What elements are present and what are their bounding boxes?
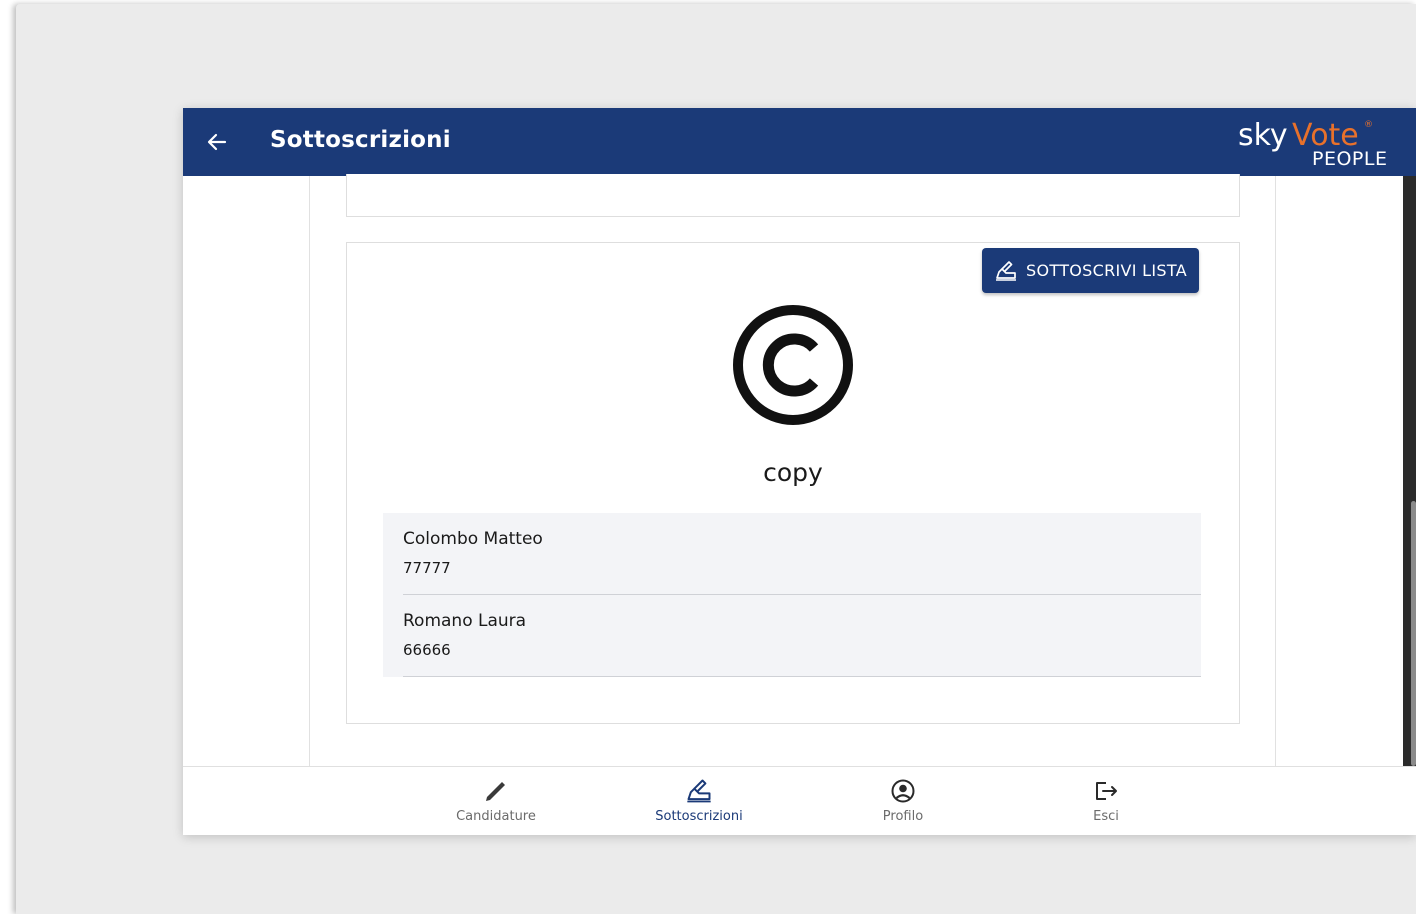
nav-item-candidature[interactable]: Candidature [426,767,566,835]
nav-label: Candidature [456,809,536,824]
app-window: Sottoscrizioni sky Vote ® PEOPLE SOTTOSC… [183,108,1416,835]
pencil-icon [486,782,505,801]
nav-item-profilo[interactable]: Profilo [833,767,973,835]
column-divider-right [1275,176,1276,766]
bottom-navigation: Candidature Sottoscrizioni Profilo Esci [183,766,1416,835]
nav-item-sottoscrizioni[interactable]: Sottoscrizioni [629,767,769,835]
skyvote-logo: sky Vote ® PEOPLE [1238,114,1398,172]
signer-number: 77777 [403,559,451,577]
list-divider [403,676,1201,677]
column-divider-left [309,176,310,766]
nav-item-esci[interactable]: Esci [1036,767,1176,835]
signer-name: Romano Laura [403,611,527,631]
list-item[interactable]: Colombo Matteo 77777 [383,513,1201,595]
signers-list: Colombo Matteo 77777 Romano Laura 66666 [383,513,1201,677]
logout-icon [1096,782,1117,800]
arrow-left-icon [207,133,227,151]
signing-hand-icon [687,779,711,803]
signer-name: Colombo Matteo [403,529,543,549]
nav-label: Esci [1093,809,1119,824]
logo-registered-mark: ® [1364,120,1373,130]
sign-list-button[interactable]: SOTTOSCRIVI LISTA [982,248,1199,293]
list-card: SOTTOSCRIVI LISTA copy Colombo Matteo 77… [346,242,1240,724]
page-title: Sottoscrizioni [270,127,451,153]
logo-text-people: PEOPLE [1312,148,1388,170]
list-item[interactable]: Romano Laura 66666 [383,595,1201,677]
previous-list-card [346,174,1240,217]
list-name: copy [763,458,823,487]
back-button[interactable] [203,128,231,156]
main-content[interactable]: SOTTOSCRIVI LISTA copy Colombo Matteo 77… [183,174,1416,766]
nav-label: Profilo [882,809,924,824]
copyright-icon [733,305,853,425]
nav-label: Sottoscrizioni [655,809,743,824]
signer-number: 66666 [403,641,451,659]
logo-text-sky: sky [1238,118,1288,153]
scrollbar-thumb[interactable] [1411,501,1416,766]
account-circle-icon [891,779,915,803]
sign-list-button-label: SOTTOSCRIVI LISTA [1026,261,1187,280]
signing-hand-icon [996,260,1017,281]
app-bar: Sottoscrizioni sky Vote ® PEOPLE [183,108,1416,176]
